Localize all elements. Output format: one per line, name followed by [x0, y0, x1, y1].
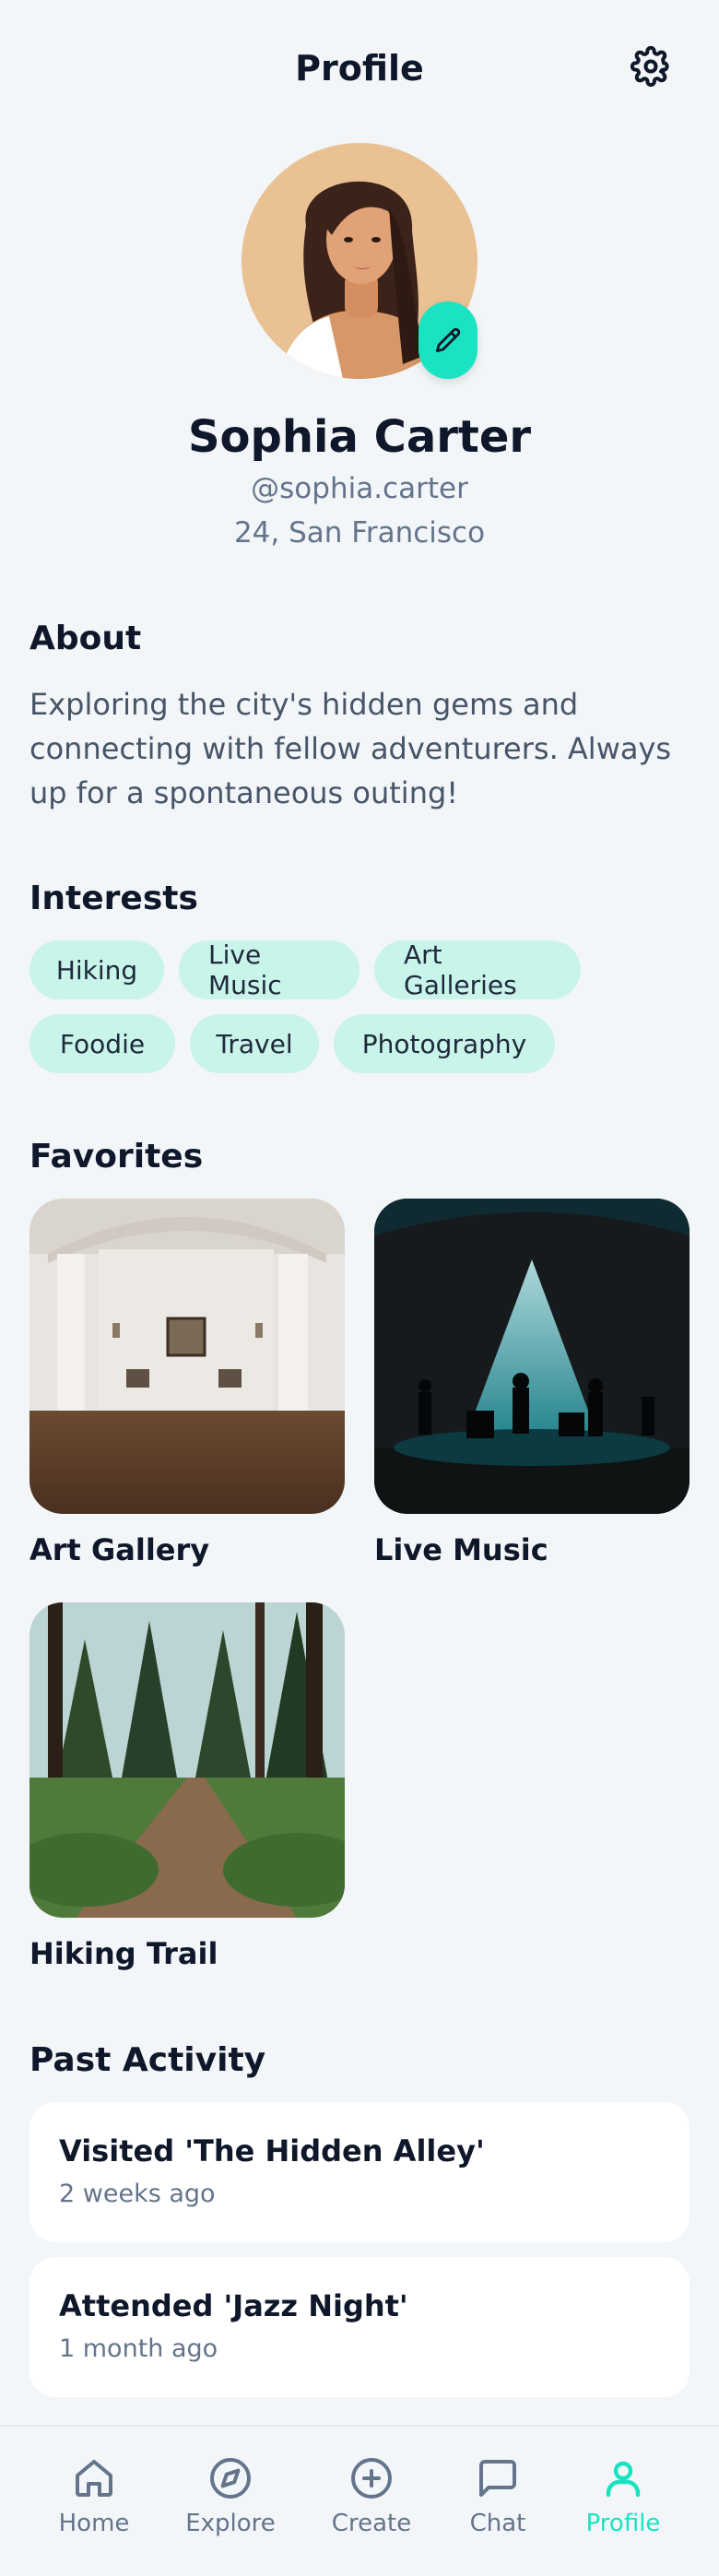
avatar-container	[242, 143, 477, 379]
chat-icon	[479, 2460, 516, 2497]
nav-label: Create	[331, 2510, 412, 2537]
gear-icon	[631, 46, 669, 87]
activity-card[interactable]: Visited 'The Hidden Alley' 2 weeks ago	[29, 2102, 690, 2242]
header: Profile	[0, 0, 719, 148]
profile-name: Sophia Carter	[187, 411, 532, 463]
user-icon	[606, 2461, 641, 2498]
interest-chip[interactable]: Foodie	[29, 1014, 175, 1073]
pencil-icon	[435, 327, 461, 353]
favorite-card-hiking-trail[interactable]	[29, 1602, 345, 1918]
favorite-card-art-gallery[interactable]	[29, 1199, 345, 1514]
live-music-image	[374, 1199, 690, 1514]
activity-card[interactable]: Attended 'Jazz Night' 1 month ago	[29, 2257, 690, 2397]
hiking-trail-image	[29, 1602, 345, 1918]
activity-title: Attended 'Jazz Night'	[59, 2288, 408, 2323]
art-gallery-image	[29, 1199, 345, 1514]
activity-time: 1 month ago	[59, 2334, 218, 2363]
favorite-label: Art Gallery	[29, 1532, 210, 1567]
plus-circle-icon	[351, 2458, 392, 2499]
nav-item-explore[interactable]: Explore	[166, 2456, 295, 2558]
nav-item-create[interactable]: Create	[307, 2456, 436, 2558]
nav-label: Explore	[185, 2510, 276, 2537]
activity-heading: Past Activity	[29, 2041, 266, 2079]
favorite-card-live-music[interactable]	[374, 1199, 690, 1514]
about-heading: About	[29, 620, 142, 657]
nav-item-profile[interactable]: Profile	[559, 2456, 688, 2558]
profile-handle: @sophia.carter	[251, 472, 468, 505]
nav-label: Chat	[469, 2510, 526, 2537]
nav-label: Home	[58, 2510, 130, 2537]
about-text: Exploring the city's hidden gems and con…	[29, 687, 672, 810]
interest-chip[interactable]: Live Music	[179, 939, 360, 1000]
favorites-heading: Favorites	[29, 1138, 204, 1176]
edit-avatar-button[interactable]	[418, 301, 477, 379]
page-title: Profile	[295, 48, 424, 89]
activity-title: Visited 'The Hidden Alley'	[59, 2133, 485, 2168]
interest-chip[interactable]: Art Galleries	[374, 939, 581, 1000]
favorite-label: Hiking Trail	[29, 1936, 218, 1971]
activity-time: 2 weeks ago	[59, 2180, 216, 2208]
compass-icon	[210, 2458, 251, 2499]
nav-item-home[interactable]: Home	[29, 2456, 159, 2558]
home-icon	[76, 2460, 112, 2497]
interest-chip[interactable]: Hiking	[29, 940, 164, 999]
nav-label: Profile	[585, 2510, 661, 2537]
settings-button[interactable]	[629, 44, 673, 89]
nav-item-chat[interactable]: Chat	[433, 2456, 562, 2558]
favorite-label: Live Music	[374, 1532, 548, 1567]
bottom-nav: Home Explore Create Chat Profile	[0, 2425, 719, 2576]
profile-location: 24, San Francisco	[233, 516, 486, 549]
interests-heading: Interests	[29, 880, 198, 917]
interest-chip[interactable]: Photography	[334, 1014, 555, 1073]
interest-chip[interactable]: Travel	[190, 1014, 319, 1073]
